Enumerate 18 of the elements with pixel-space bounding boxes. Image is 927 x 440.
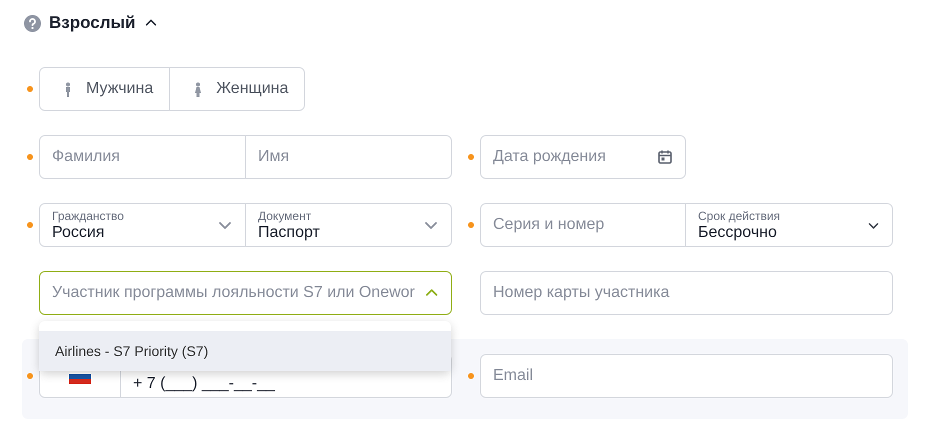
section-title: Взрослый [49,13,136,33]
card-number-box[interactable]: Номер карты участника [480,271,893,315]
name-field[interactable]: Фамилия [52,148,233,166]
loyalty-input[interactable]: Участник программы лояльности S7 или Onewor [52,284,424,302]
gender-option[interactable]: Мужчина [40,68,170,110]
card-number-field[interactable]: Номер карты участника [493,284,880,302]
birth-date-input[interactable]: Дата рождения [493,148,657,166]
phone-input[interactable]: + 7 (___) ___-__-__ [133,375,439,393]
document-number-field[interactable]: Серия и номер [493,216,673,234]
name-field[interactable]: Имя [258,148,439,166]
email-field[interactable]: Email [493,367,880,385]
gender-option[interactable]: Женщина [169,68,304,110]
birth-date-field[interactable]: Дата рождения [480,135,686,179]
email-box[interactable]: Email [480,354,893,398]
validity-select[interactable]: Срок действия Бессрочно [685,204,892,246]
help-icon[interactable] [24,14,41,32]
calendar-icon [657,149,673,165]
menu-option[interactable]: Airlines - S7 Priority (S7) [39,331,451,371]
